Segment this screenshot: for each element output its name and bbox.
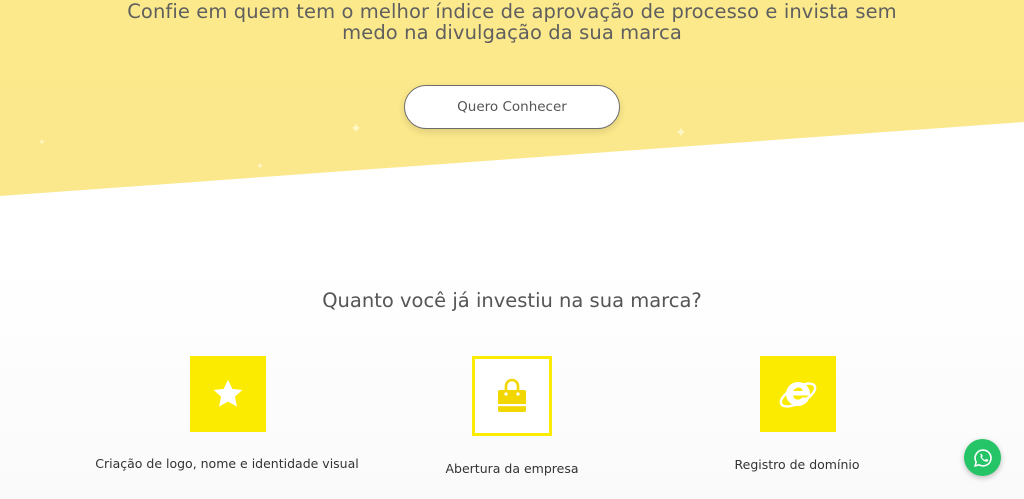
sparkle-decoration: ✦ xyxy=(350,121,362,137)
quero-conhecer-button[interactable]: Quero Conhecer xyxy=(404,85,620,129)
feature-label-dominio: Registro de domínio xyxy=(734,457,860,472)
page: ✦ ✦ ✦ ✦ Confie em quem tem o melhor índi… xyxy=(0,0,1024,499)
feature-label-empresa: Abertura da empresa xyxy=(445,461,579,476)
hero-headline: Confie em quem tem o melhor índice de ap… xyxy=(0,1,1024,43)
whatsapp-button[interactable] xyxy=(964,439,1001,476)
section-title: Quanto você já investiu na sua marca? xyxy=(322,289,702,312)
shopping-bag-icon xyxy=(472,356,552,436)
shopping-bag-icon-inner xyxy=(478,362,546,430)
feature-label-logo: Criação de logo, nome e identidade visua… xyxy=(95,456,359,471)
hero-headline-line-1: Confie em quem tem o melhor índice de ap… xyxy=(127,0,897,23)
internet-explorer-icon xyxy=(760,356,836,432)
sparkle-decoration: ✦ xyxy=(38,138,46,148)
sparkle-decoration: ✦ xyxy=(256,162,264,172)
whatsapp-icon xyxy=(973,448,992,467)
hero-headline-line-2: medo na divulgação da sua marca xyxy=(342,21,682,44)
sparkle-decoration: ✦ xyxy=(675,125,687,141)
star-icon xyxy=(190,356,266,432)
